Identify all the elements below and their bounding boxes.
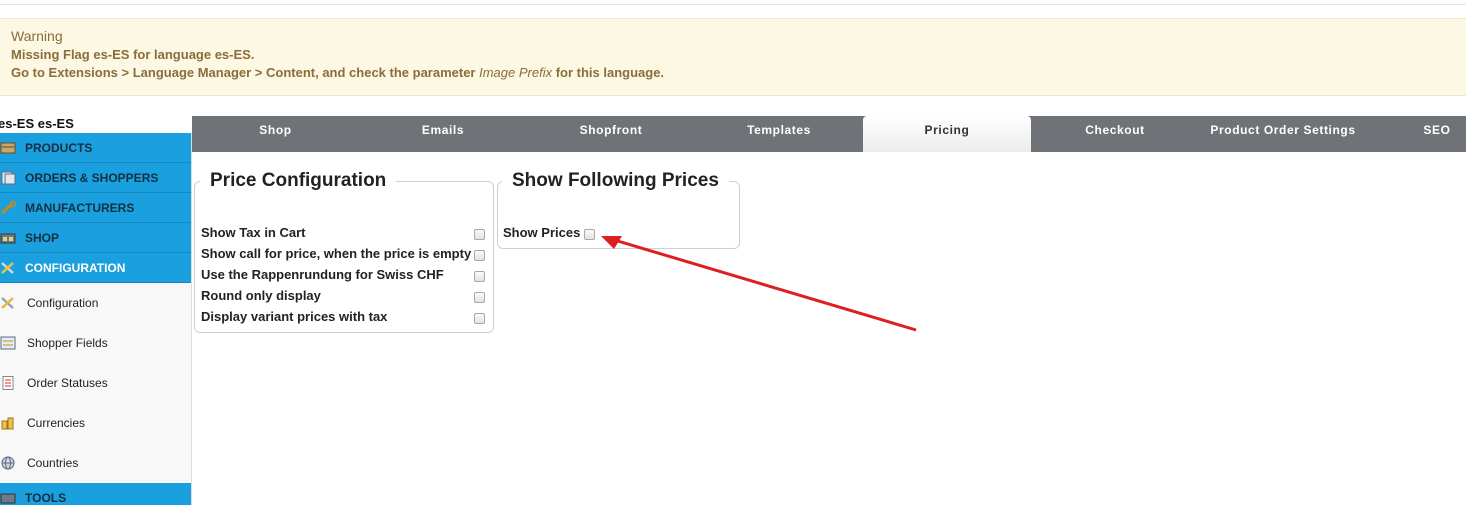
checkbox-show-prices[interactable] — [584, 229, 595, 240]
list-icon — [2, 376, 14, 390]
menu-orders-label: ORDERS & SHOPPERS — [25, 170, 159, 185]
option-show-tax-in-cart: Show Tax in Cart — [201, 225, 306, 240]
warning-title: Warning — [11, 28, 63, 44]
menu-manufacturers-label: MANUFACTURERS — [25, 200, 135, 215]
checkbox-round-only-display[interactable] — [474, 292, 485, 303]
sidebar: PRODUCTS ORDERS & SHOPPERS MANUFACTURERS… — [0, 133, 192, 505]
orders-icon — [1, 171, 16, 184]
globe-icon — [1, 456, 15, 470]
option-call-for-price: Show call for price, when the price is e… — [201, 246, 472, 261]
tab-templates[interactable]: Templates — [695, 116, 863, 152]
config-tabs: Shop Emails Shopfront Templates Pricing … — [192, 116, 1466, 152]
warning-line-1: Missing Flag es-ES for language es-ES. — [11, 47, 255, 62]
submenu-countries[interactable]: Countries — [0, 443, 191, 483]
warning-message: Warning Missing Flag es-ES for language … — [0, 18, 1466, 96]
option-show-prices: Show Prices — [503, 225, 581, 240]
configuration-icon — [1, 261, 14, 274]
wrench-icon — [0, 200, 17, 214]
warning-line-2-suffix: for this language. — [552, 65, 665, 80]
submenu-countries-label: Countries — [27, 456, 79, 470]
tab-emails[interactable]: Emails — [359, 116, 527, 152]
menu-tools-label: TOOLS — [25, 490, 67, 505]
price-configuration-legend: Price Configuration — [200, 170, 397, 192]
tab-seo[interactable]: SEO — [1367, 116, 1466, 152]
menu-shop[interactable]: SHOP — [0, 223, 191, 253]
submenu-currencies-label: Currencies — [27, 416, 86, 430]
tab-shopfront[interactable]: Shopfront — [527, 116, 695, 152]
checkbox-rappenrundung[interactable] — [474, 271, 485, 282]
tools-icon — [1, 297, 14, 309]
submenu-shopper-fields[interactable]: Shopper Fields — [0, 323, 191, 363]
menu-orders-shoppers[interactable]: ORDERS & SHOPPERS — [0, 163, 191, 193]
menu-configuration[interactable]: CONFIGURATION — [0, 253, 191, 283]
menu-configuration-label: CONFIGURATION — [25, 260, 126, 275]
menu-products[interactable]: PRODUCTS — [0, 133, 191, 163]
warning-line-2: Go to Extensions > Language Manager > Co… — [11, 64, 1455, 82]
submenu-shopper-fields-label: Shopper Fields — [27, 336, 108, 350]
checkbox-variant-prices-with-tax[interactable] — [474, 313, 485, 324]
products-icon — [0, 142, 16, 153]
coins-icon — [1, 417, 14, 430]
option-rappenrundung: Use the Rappenrundung for Swiss CHF — [201, 267, 444, 282]
show-following-prices-legend: Show Following Prices — [502, 170, 729, 192]
option-round-only-display: Round only display — [201, 288, 321, 303]
shop-icon — [0, 233, 16, 243]
form-icon — [0, 336, 16, 350]
tab-checkout[interactable]: Checkout — [1031, 116, 1199, 152]
warning-line-2-prefix: Go to Extensions > Language Manager > Co… — [11, 65, 480, 80]
option-variant-prices-with-tax: Display variant prices with tax — [201, 309, 388, 324]
submenu-currencies[interactable]: Currencies — [0, 403, 191, 443]
submenu-order-statuses-label: Order Statuses — [27, 376, 108, 390]
menu-shop-label: SHOP — [25, 230, 60, 245]
annotation-arrow-line — [610, 237, 917, 332]
submenu-configuration[interactable]: Configuration — [0, 283, 191, 323]
tab-product-order-settings[interactable]: Product Order Settings — [1199, 116, 1367, 152]
language-label: es-ES es-ES — [0, 116, 74, 131]
tab-pricing[interactable]: Pricing — [863, 116, 1031, 152]
submenu-order-statuses[interactable]: Order Statuses — [0, 363, 191, 403]
menu-tools[interactable]: TOOLS — [0, 483, 191, 505]
menu-products-label: PRODUCTS — [25, 140, 93, 155]
checkbox-call-for-price[interactable] — [474, 250, 485, 261]
tab-shop[interactable]: Shop — [192, 116, 359, 152]
tools-menu-icon — [0, 493, 16, 503]
warning-param: Image Prefix — [479, 65, 553, 80]
submenu-configuration-label: Configuration — [27, 296, 99, 310]
menu-manufacturers[interactable]: MANUFACTURERS — [0, 193, 191, 223]
top-border — [0, 0, 1466, 5]
checkbox-show-tax-in-cart[interactable] — [474, 229, 485, 240]
